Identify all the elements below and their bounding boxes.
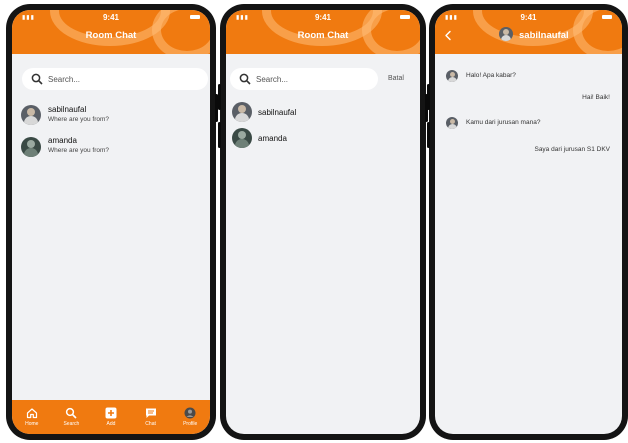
chat-icon [145,408,156,418]
nav-label: Home [25,421,39,427]
avatar [232,128,252,148]
contact-name: sabilnaufal [258,108,297,117]
phone-frame-room-chat: ▮▮▮ 9:41 Room Chat Search... sabilnaufal… [6,4,218,440]
home-icon [26,408,37,419]
battery-icon [400,15,410,19]
contact-name: sabilnaufal [48,105,87,114]
side-button [218,122,221,148]
nav-chat[interactable]: Chat [132,407,170,427]
search-placeholder: Search... [256,74,289,84]
nav-label: Profile [183,421,198,427]
nav-label: Add [106,421,116,427]
nav-label: Chat [145,421,156,427]
header: ▮▮▮ 9:41 Room Chat [226,10,420,54]
header: ▮▮▮ 9:41 Room Chat [12,10,210,54]
avatar [21,137,41,157]
profile-icon [184,407,196,419]
avatar [499,27,513,41]
side-button [218,84,221,110]
side-button [427,122,430,148]
message-sent: Saya dari jurusan S1 DKV [534,146,610,153]
search-icon [239,73,251,85]
back-arrow-icon[interactable] [444,30,452,41]
page-title: Room Chat [85,30,137,41]
chat-screen: ▮▮▮ 9:41 sabilnaufal Halo! Apa kabar? Ha… [435,10,622,434]
battery-icon [190,15,200,19]
message-text: Kamu dari jurusan mana? [466,119,541,126]
room-chat-screen: ▮▮▮ 9:41 Room Chat Search... sabilnaufal… [12,10,210,434]
contact-last-message: Where are you from? [48,147,110,154]
contact-name: amanda [48,136,77,145]
side-button [427,84,430,110]
battery-icon [602,15,612,19]
avatar [232,102,252,122]
status-time: 9:41 [102,13,119,22]
bottom-nav: Home Search Add Chat Profile [12,400,210,434]
search-icon [66,407,77,419]
chat-partner-name: sabilnaufal [519,30,569,41]
phone-frame-search: ▮▮▮ 9:41 Room Chat Search... Batal sabil… [218,4,428,440]
nav-profile[interactable]: Profile [171,407,209,427]
add-icon [105,407,117,419]
nav-search[interactable]: Search [52,407,90,427]
message-text: Halo! Apa kabar? [466,72,516,79]
avatar [446,70,458,82]
search-placeholder: Search... [48,74,81,84]
header: ▮▮▮ 9:41 sabilnaufal [435,10,622,54]
search-screen: ▮▮▮ 9:41 Room Chat Search... Batal sabil… [226,10,420,434]
nav-label: Search [63,421,80,427]
search-input[interactable]: Search... [22,68,208,90]
contact-name: amanda [258,134,287,143]
search-icon [31,73,43,85]
message-sent: Hai! Baik! [582,94,610,101]
status-time: 9:41 [520,13,537,22]
avatar [21,105,41,125]
contact-last-message: Where are you from? [48,116,110,123]
status-time: 9:41 [314,13,331,22]
search-input[interactable]: Search... [230,68,378,90]
page-title: Room Chat [297,30,349,41]
phone-frame-chat: ▮▮▮ 9:41 sabilnaufal Halo! Apa kabar? Ha… [427,4,628,440]
nav-add[interactable]: Add [92,407,130,427]
nav-home[interactable]: Home [13,407,51,427]
avatar [446,117,458,129]
cancel-button[interactable]: Batal [388,75,404,82]
